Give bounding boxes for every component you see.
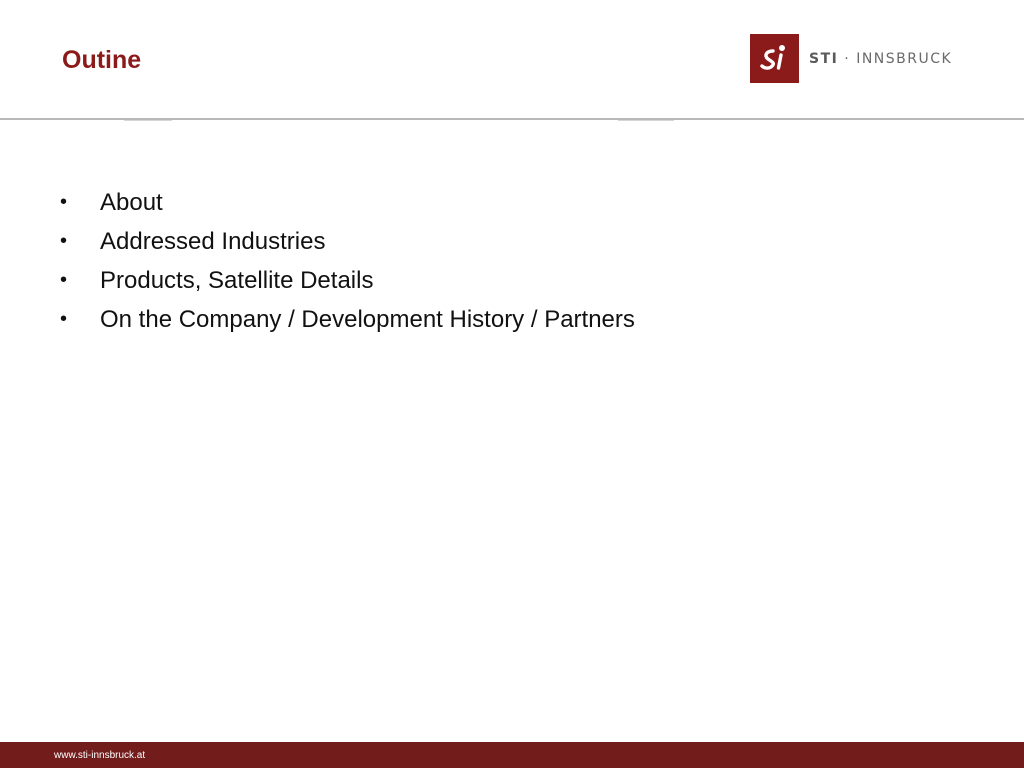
header-divider-accent [124,120,172,121]
bullet-icon: • [60,191,68,213]
logo-text-rest: · INNSBRUCK [838,50,953,67]
footer-bar: www.sti-innsbruck.at [0,742,1024,768]
list-item: • Products, Satellite Details [58,261,635,300]
slide: Outine STI · INNSBRUCK • About • Addressed… [0,0,1024,768]
slide-title: Outine [62,46,142,74]
list-item: • About [58,183,635,222]
list-item-text: On the Company / Development History / P… [100,306,635,333]
logo-text-strong: STI [809,50,839,67]
footer-url: www.sti-innsbruck.at [54,750,146,761]
bullet-icon: • [60,308,68,330]
outline-list: • About • Addressed Industries • Products, … [58,183,635,339]
bullet-icon: • [60,269,68,291]
list-item-text: Addressed Industries [100,228,326,255]
header-divider-accent [618,120,674,121]
list-item: • Addressed Industries [58,222,635,261]
logo-text: STI · INNSBRUCK [809,51,952,67]
list-item: • On the Company / Development History / … [58,300,635,339]
bullet-icon: • [60,230,68,252]
list-item-text: About [100,189,163,216]
list-item-text: Products, Satellite Details [100,267,374,294]
sti-innsbruck-logo: STI · INNSBRUCK [750,34,952,83]
sti-logo-icon [750,34,799,83]
